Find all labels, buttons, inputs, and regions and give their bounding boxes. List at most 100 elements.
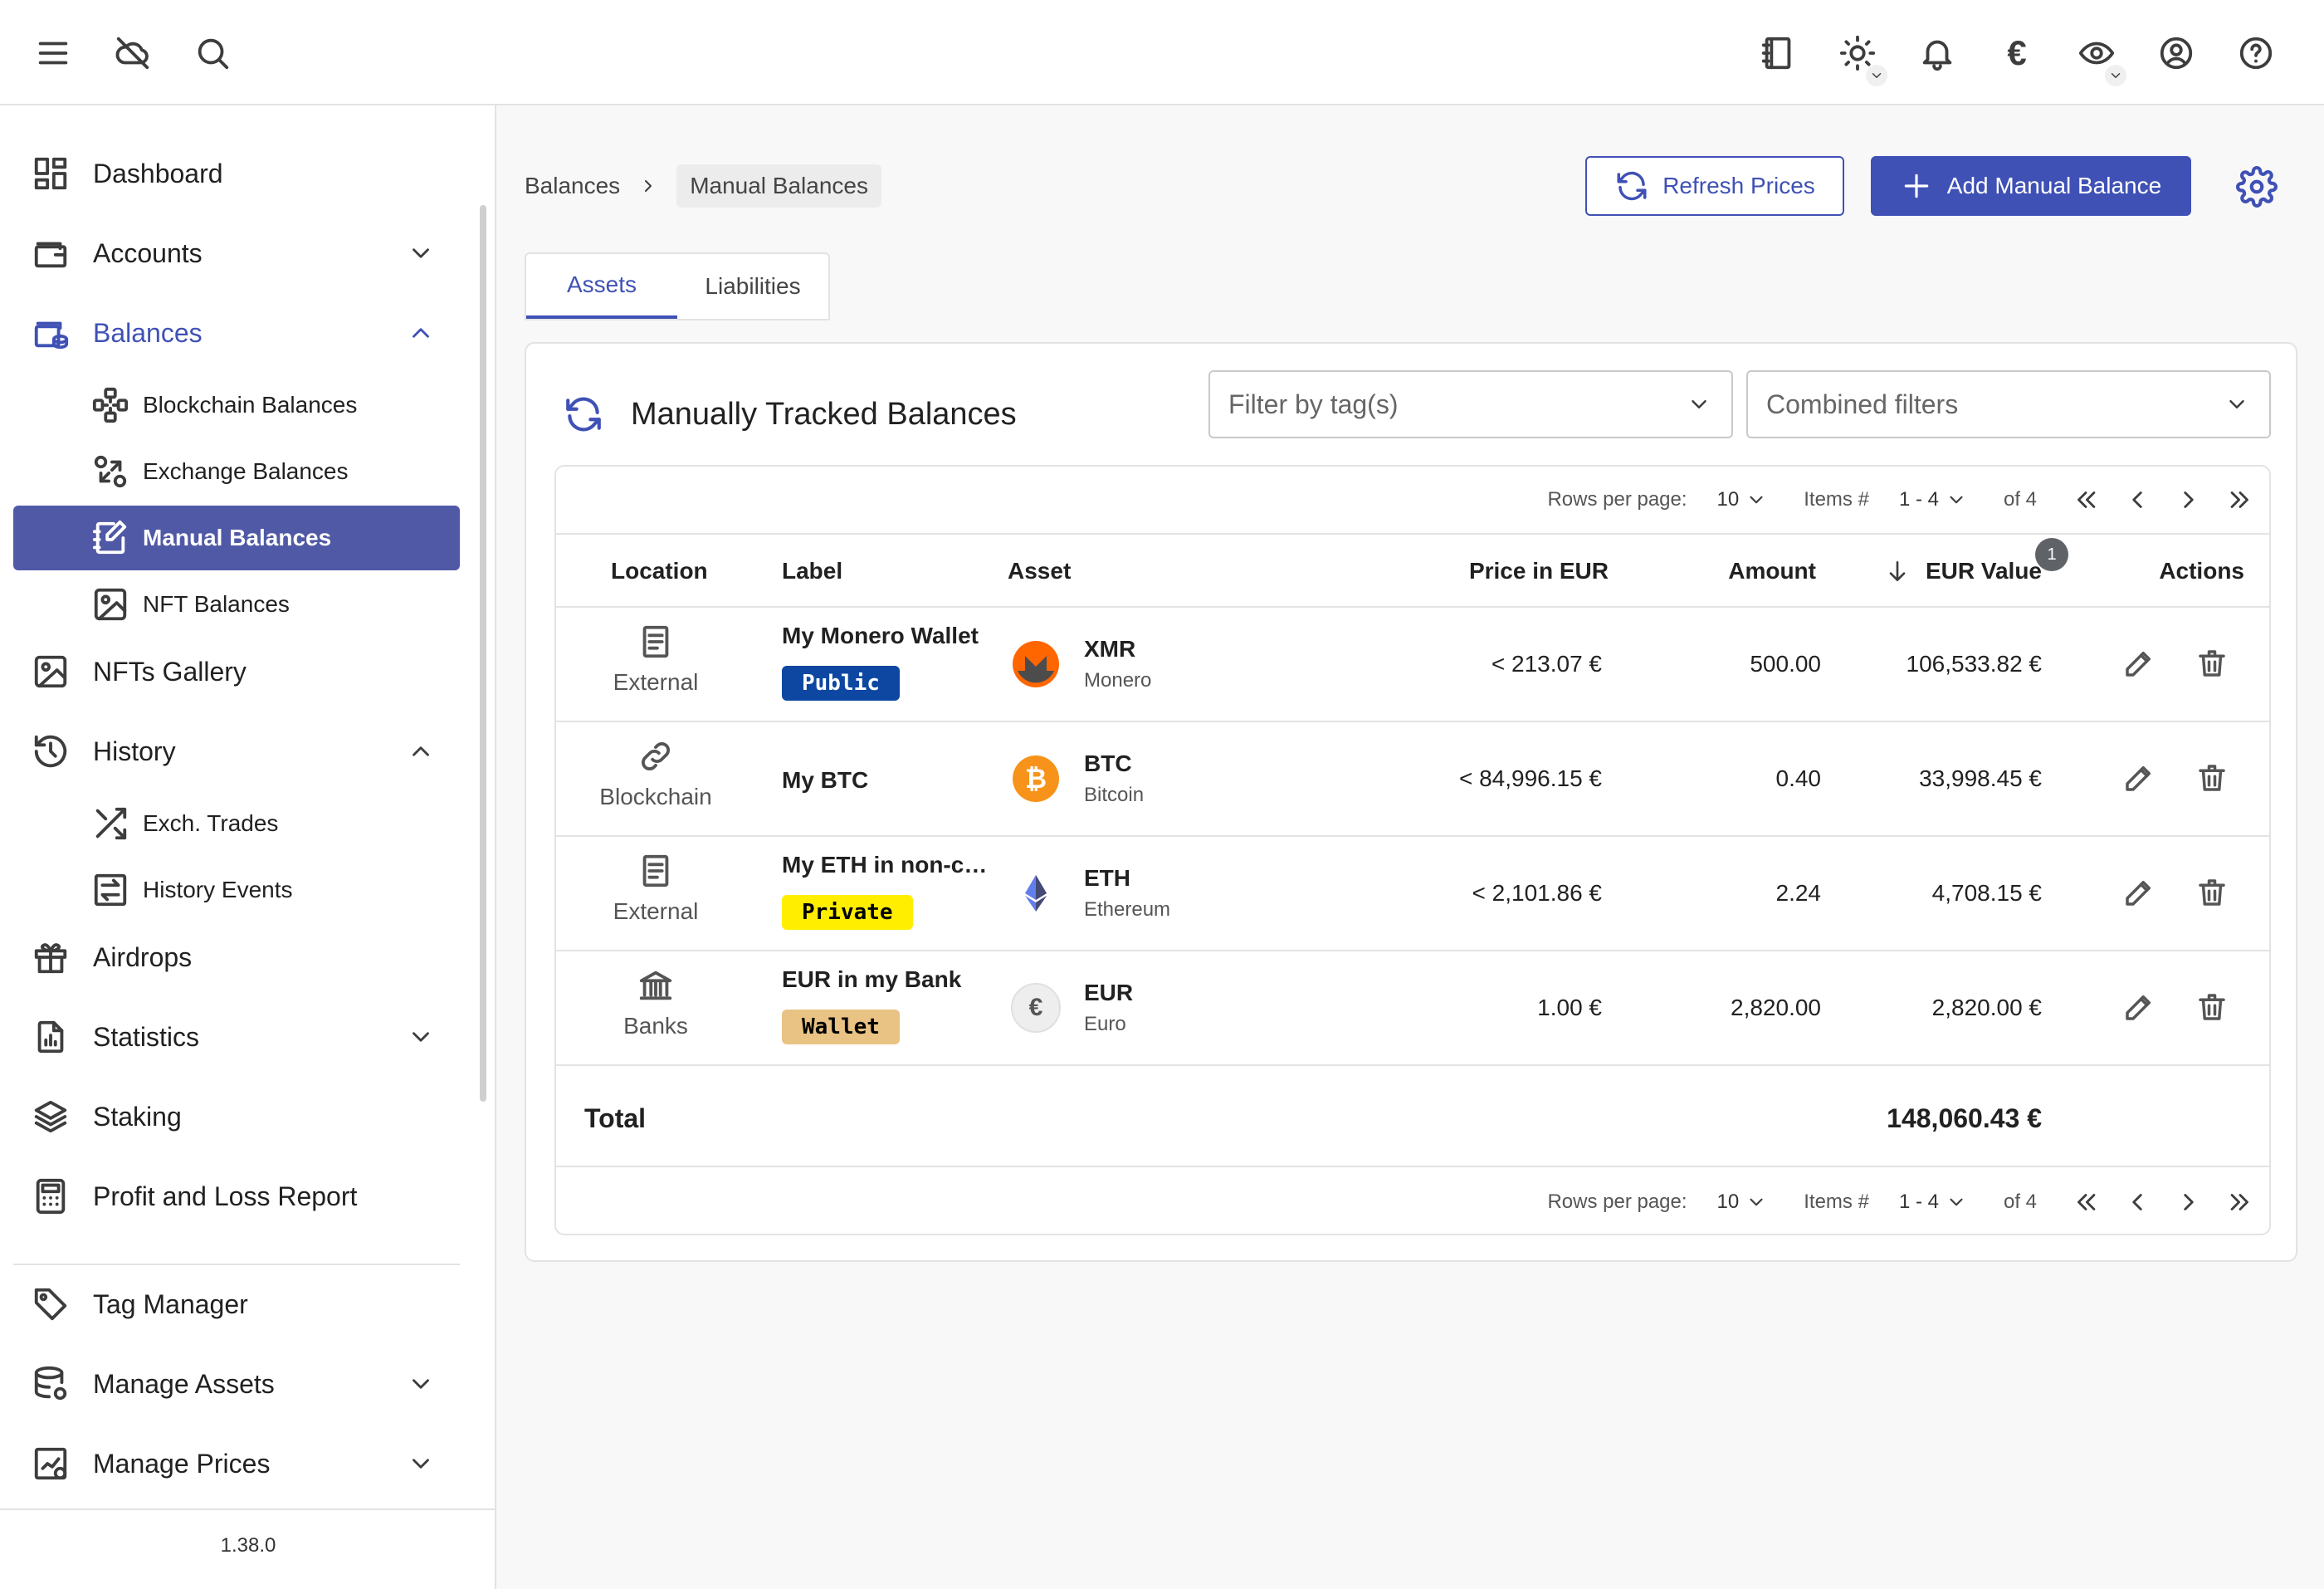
location-cell: External (556, 623, 755, 696)
sidebar-item-staking[interactable]: Staking (13, 1084, 460, 1149)
rows-per-page-select[interactable]: 10 (1717, 1191, 1768, 1214)
sidebar-item-blockchain-balances[interactable]: Blockchain Balances (13, 373, 460, 438)
tab-assets[interactable]: Assets (526, 254, 677, 319)
rows-per-page-label: Rows per page: (1547, 1191, 1687, 1213)
table-row: Banks EUR in my Bank Wallet € EUR Euro 1… (556, 951, 2269, 1066)
sidebar-item-pnl-report[interactable]: Profit and Loss Report (13, 1164, 460, 1229)
rows-per-page-select[interactable]: 10 (1717, 488, 1768, 511)
currency-symbol: € (2007, 33, 2027, 72)
delete-icon[interactable] (2195, 646, 2229, 681)
help-icon[interactable] (2229, 27, 2282, 80)
last-page-icon[interactable] (2221, 481, 2259, 519)
ethereum-icon (1011, 868, 1061, 918)
sidebar-item-history[interactable]: History (13, 719, 460, 784)
tag-filter-select[interactable]: Filter by tag(s) (1208, 370, 1733, 438)
balances-icon (34, 321, 69, 350)
settings-gear-icon[interactable] (2236, 166, 2278, 208)
sidebar-item-label: NFT Balances (143, 591, 290, 617)
total-row: Total 148,060.43 € (556, 1069, 2269, 1167)
items-range-value: 1 - 4 (1898, 1191, 1939, 1213)
col-price[interactable]: Price in EUR (1469, 535, 1609, 608)
asset-cell[interactable]: ETH Ethereum (1011, 865, 1170, 922)
col-amount[interactable]: Amount (1728, 535, 1816, 608)
sidebar-item-statistics[interactable]: Statistics (13, 1005, 460, 1069)
sidebar-item-history-events[interactable]: History Events (13, 858, 460, 922)
delete-icon[interactable] (2195, 760, 2229, 795)
delete-icon[interactable] (2195, 875, 2229, 910)
breadcrumb-parent[interactable]: Balances (525, 173, 620, 199)
col-eur-value[interactable]: EUR Value (1884, 535, 2042, 608)
price-cell: < 84,996.15 € (1458, 765, 1602, 791)
amount-cell: 500.00 (1750, 651, 1821, 677)
sidebar-item-balances[interactable]: Balances (13, 301, 460, 365)
rows-per-page-label: Rows per page: (1547, 488, 1687, 511)
add-manual-balance-button[interactable]: Add Manual Balance (1871, 156, 2191, 216)
sidebar-item-exchange-balances[interactable]: Exchange Balances (13, 439, 460, 504)
bitcoin-icon: ₿ (1011, 754, 1061, 804)
edit-icon[interactable] (2121, 646, 2156, 681)
chevron-up-icon (413, 328, 429, 338)
sidebar-item-label: Tag Manager (93, 1288, 248, 1319)
account-icon[interactable] (2150, 27, 2203, 80)
refresh-icon[interactable] (563, 394, 604, 435)
tab-liabilities[interactable]: Liabilities (677, 254, 828, 319)
edit-icon[interactable] (2121, 990, 2156, 1024)
delete-icon[interactable] (2195, 990, 2229, 1024)
last-page-icon[interactable] (2221, 1183, 2259, 1221)
sidebar-item-airdrops[interactable]: Airdrops (13, 925, 460, 990)
sidebar-item-manage-assets[interactable]: Manage Assets (13, 1352, 460, 1416)
theme-icon[interactable] (1831, 27, 1887, 86)
exchange-icon (94, 455, 127, 488)
pagination-bottom: Rows per page: 10 Items # 1 - 4 of 4 (556, 1169, 2269, 1234)
col-asset[interactable]: Asset (1008, 535, 1071, 608)
privacy-eye-icon[interactable] (2070, 27, 2126, 86)
sidebar-item-nft-balances[interactable]: NFT Balances (13, 572, 460, 637)
sidebar-item-label: Profit and Loss Report (93, 1181, 358, 1211)
balance-label: My BTC (782, 767, 869, 793)
asset-cell[interactable]: XMR Monero (1011, 636, 1151, 692)
balance-type-tabs: Assets Liabilities (525, 252, 830, 320)
calculator-icon (36, 1178, 66, 1215)
chevron-down-icon (1692, 400, 1706, 408)
refresh-prices-button[interactable]: Refresh Prices (1585, 156, 1844, 216)
col-location[interactable]: Location (611, 535, 708, 608)
first-page-icon[interactable] (2067, 481, 2105, 519)
euro-coin-icon: € (1011, 983, 1061, 1033)
next-page-icon[interactable] (2170, 1183, 2208, 1221)
prev-page-icon[interactable] (2118, 1183, 2156, 1221)
sidebar-item-accounts[interactable]: Accounts (13, 221, 460, 286)
sidebar-item-dashboard[interactable]: Dashboard (13, 141, 460, 206)
currency-icon[interactable]: € (1990, 27, 2043, 80)
prev-page-icon[interactable] (2118, 481, 2156, 519)
combined-filter-select[interactable]: Combined filters (1746, 370, 2271, 438)
menu-icon[interactable] (27, 27, 80, 80)
monero-icon (1011, 639, 1061, 689)
cloud-off-icon[interactable] (106, 27, 159, 80)
items-range-select[interactable]: 1 - 4 (1899, 488, 1967, 511)
sidebar-item-tag-manager[interactable]: Tag Manager (13, 1272, 460, 1337)
sidebar-item-manage-prices[interactable]: Manage Prices (13, 1431, 460, 1496)
sidebar-scrollbar[interactable] (480, 205, 486, 1102)
search-icon[interactable] (186, 27, 239, 80)
label-cell: My ETH in non-custodial wallet Private (782, 852, 998, 930)
asset-name: Euro (1084, 1013, 1126, 1035)
value-cell: 2,820.00 € (1931, 995, 2042, 1020)
asset-cell[interactable]: € EUR Euro (1011, 980, 1133, 1036)
next-page-icon[interactable] (2170, 481, 2208, 519)
items-range-select[interactable]: 1 - 4 (1899, 1191, 1967, 1214)
history-icon (34, 735, 67, 768)
edit-icon[interactable] (2121, 760, 2156, 795)
sidebar-item-exch-trades[interactable]: Exch. Trades (13, 791, 460, 856)
edit-icon[interactable] (2121, 875, 2156, 910)
sidebar-item-nfts-gallery[interactable]: NFTs Gallery (13, 639, 460, 704)
sidebar-item-manual-balances[interactable]: Manual Balances (13, 506, 460, 570)
bank-icon (639, 971, 672, 1000)
asset-cell[interactable]: ₿ BTC Bitcoin (1011, 750, 1144, 807)
total-label: Total (584, 1103, 647, 1133)
notes-icon[interactable] (1751, 27, 1804, 80)
col-label[interactable]: Label (782, 535, 842, 608)
bell-icon[interactable] (1911, 27, 1964, 80)
dashboard-icon (34, 157, 67, 190)
first-page-icon[interactable] (2067, 1183, 2105, 1221)
tag-chip: Public (782, 666, 900, 701)
